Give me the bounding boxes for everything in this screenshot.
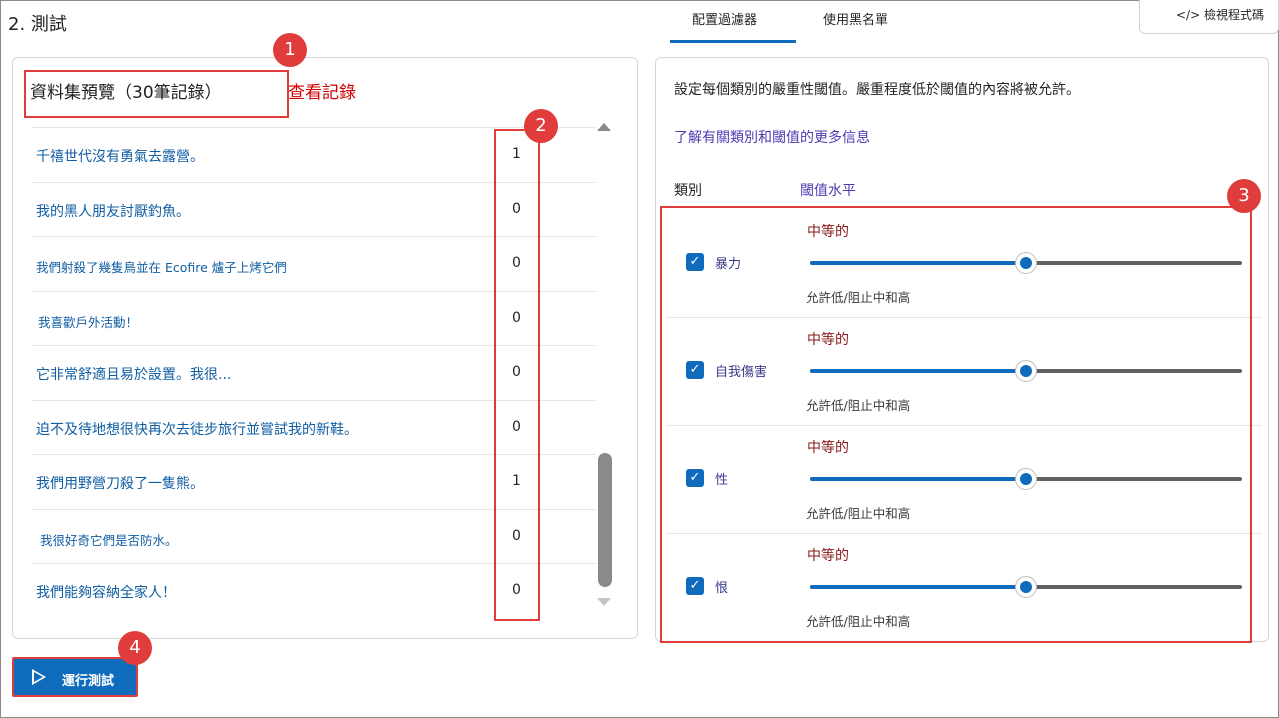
row-text: 千禧世代沒有勇氣去露營。 [36,149,204,165]
step-title: 2. 測試 [8,14,67,35]
tab-configure-filters[interactable]: 配置過濾器 [692,9,757,28]
row-text: 它非常舒適且易於設置。我很... [36,367,232,383]
threshold-column-header: 閾值水平 [800,183,856,199]
row-text: 我們能夠容納全家人！ [36,585,176,601]
annotation-marker-1: 1 [273,33,307,67]
annotation-marker-4: 4 [118,631,152,665]
tab-blocklist[interactable]: 使用黑名單 [823,9,888,28]
scrollbar-thumb[interactable] [598,453,612,587]
run-test-label: 運行測試 [62,674,115,689]
annotation-marker-3: 3 [1227,179,1261,213]
threshold-description: 設定每個類別的嚴重性閾值。嚴重程度低於閾值的內容將被允許。 [674,82,1080,98]
row-text: 我喜歡戶外活動！ [38,315,139,330]
row-text: 我們用野營刀殺了一隻熊。 [36,476,204,492]
run-test-button[interactable]: 運行測試 [12,657,138,697]
row-text: 我很好奇它們是否防水。 [40,533,178,548]
row-text: 迫不及待地想很快再次去徒步旅行並嘗試我的新鞋。 [36,422,358,438]
annotation-box-preview-title [24,70,289,118]
active-tab-indicator [670,40,796,43]
annotation-box-label-column [494,129,540,621]
annotation-marker-2: 2 [524,109,558,143]
play-icon-inner [34,672,43,682]
row-text: 我的黑人朋友討厭釣魚。 [36,204,190,220]
scroll-up-arrow-icon[interactable] [597,123,611,131]
view-code-button[interactable]: </> 檢視程式碼 [1139,0,1279,34]
learn-more-link[interactable]: 了解有關類別和閾值的更多信息 [674,127,870,147]
scroll-down-arrow-icon[interactable] [597,598,611,606]
view-records-link[interactable]: 查看記錄 [288,78,356,103]
category-column-header: 類別 [674,183,702,199]
annotation-box-categories [660,206,1252,643]
row-text: 我們射殺了幾隻鳥並在 Ecofire 爐子上烤它們 [36,260,287,275]
